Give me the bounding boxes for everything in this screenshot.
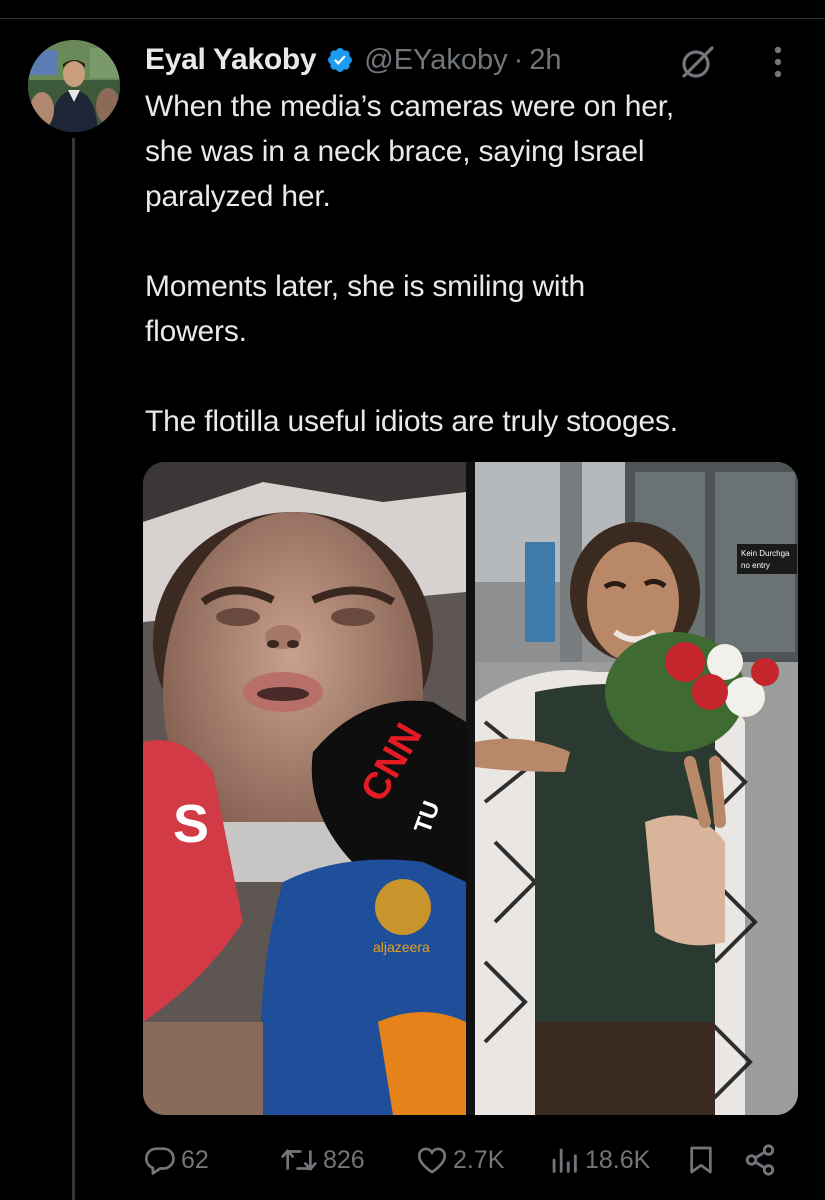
tweet-text: When the media’s cameras were on her, sh… (145, 90, 678, 438)
share-button[interactable] (743, 1138, 777, 1182)
tweet-header: Eyal Yakoby @EYakoby · 2h (145, 38, 562, 82)
mic-text-aljazeera: aljazeera (373, 939, 430, 955)
reply-icon (144, 1147, 175, 1175)
repost-icon (281, 1149, 317, 1171)
reply-count: 62 (181, 1145, 209, 1174)
sign-text-line1: Kein Durchga (741, 549, 790, 558)
tweet-time[interactable]: 2h (529, 44, 561, 77)
bookmark-button[interactable] (685, 1138, 717, 1182)
verified-badge-icon (326, 46, 354, 74)
avatar-image (28, 40, 120, 132)
repost-count: 826 (323, 1145, 365, 1174)
views-icon (552, 1148, 577, 1173)
author-name[interactable]: Eyal Yakoby (145, 43, 317, 77)
views-button[interactable]: 18.6K (547, 1138, 650, 1182)
top-divider (0, 18, 825, 19)
like-count: 2.7K (453, 1145, 505, 1174)
media-image-right[interactable]: Kein Durchga no entry (475, 462, 798, 1115)
bookmark-icon (690, 1146, 712, 1174)
mic-logo-left: S (173, 794, 209, 854)
heart-icon (417, 1147, 447, 1174)
thread-line (72, 138, 75, 1200)
views-count: 18.6K (585, 1145, 651, 1174)
repost-button[interactable]: 826 (279, 1138, 365, 1182)
like-button[interactable]: 2.7K (415, 1138, 504, 1182)
sign-text-line2: no entry (741, 561, 770, 570)
tweet-actions: 62 826 2.7K 18.6K (143, 1138, 793, 1182)
header-separator: · (513, 43, 524, 76)
grok-icon[interactable] (678, 42, 718, 82)
tweet-media[interactable]: S CNN TU aljazeera Kein Durchga no entry (143, 462, 798, 1115)
author-handle[interactable]: @EYakoby (364, 44, 507, 77)
avatar[interactable] (28, 40, 120, 132)
more-icon[interactable] (766, 42, 790, 82)
media-image-left[interactable]: S CNN TU aljazeera (143, 462, 466, 1115)
reply-button[interactable]: 62 (143, 1138, 209, 1182)
share-icon (745, 1144, 775, 1176)
